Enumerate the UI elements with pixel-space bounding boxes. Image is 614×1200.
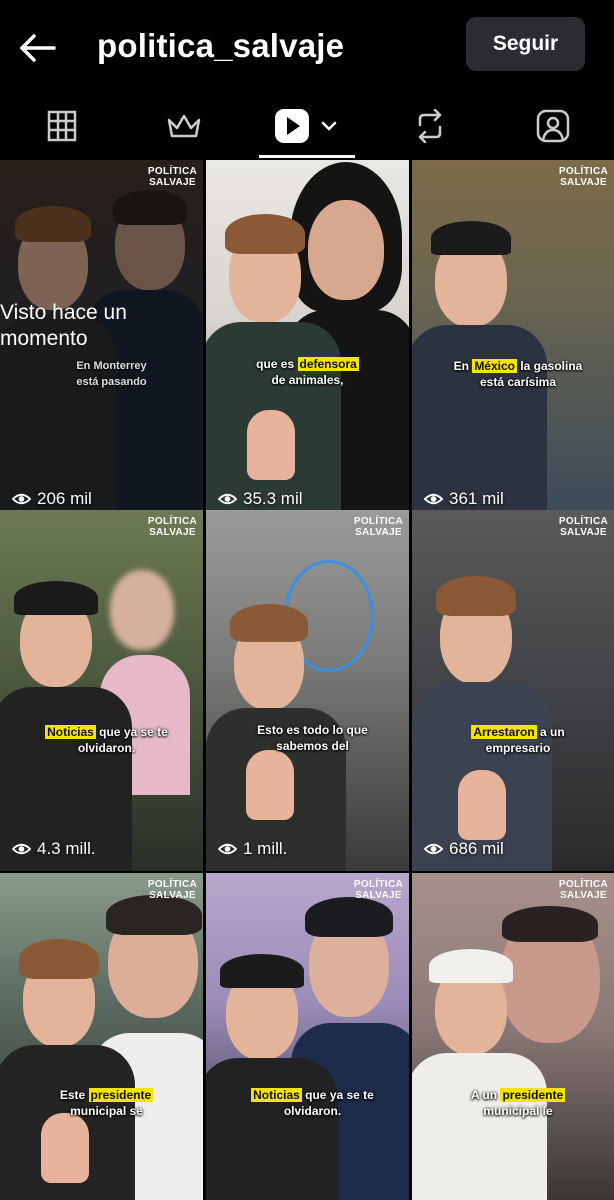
top-bar: politica_salvaje Seguir xyxy=(0,0,614,95)
chevron-down-icon[interactable] xyxy=(320,120,338,132)
view-count: 1 mill. xyxy=(218,839,287,859)
video-thumbnail[interactable]: POLÍTICA SALVAJE Noticias que ya se te o… xyxy=(206,873,409,1200)
eye-icon xyxy=(424,843,443,855)
active-tab-indicator xyxy=(259,155,355,158)
eye-icon xyxy=(12,843,31,855)
view-count-text: 206 mil xyxy=(37,489,92,508)
video-thumbnail[interactable]: POLÍTICA SALVAJE Visto hace un momento E… xyxy=(0,160,203,521)
play-icon xyxy=(275,109,309,143)
view-count-text: 361 mil xyxy=(449,489,504,508)
view-count: 206 mil xyxy=(12,489,92,509)
video-caption: A un presidente municipal le xyxy=(470,1088,566,1118)
video-grid: POLÍTICA SALVAJE Visto hace un momento E… xyxy=(0,160,614,1200)
tab-videos[interactable] xyxy=(256,95,356,157)
video-thumbnail[interactable]: POLÍTICA SALVAJE Noticias que ya se te o… xyxy=(0,510,203,871)
eye-icon xyxy=(218,493,237,505)
repost-icon xyxy=(418,109,442,143)
watched-label: Visto hace un momento xyxy=(0,301,127,350)
channel-watermark: POLÍTICA SALVAJE xyxy=(147,879,197,901)
arrow-left-icon xyxy=(20,34,56,62)
tab-grid[interactable] xyxy=(12,95,112,157)
channel-watermark: POLÍTICA SALVAJE xyxy=(353,516,403,538)
video-caption: Noticias que ya se te olvidaron. xyxy=(251,1088,374,1118)
channel-watermark: POLÍTICA SALVAJE xyxy=(558,516,608,538)
profile-username-title: politica_salvaje xyxy=(97,27,345,64)
video-thumbnail[interactable]: POLÍTICA SALVAJE Esto es todo lo que sab… xyxy=(206,510,409,871)
video-caption: que es defensora de animales, xyxy=(256,357,359,387)
video-caption: Este presidente municipal se xyxy=(59,1088,154,1118)
video-thumbnail[interactable]: POLÍTICA SALVAJE En México la gasolina e… xyxy=(412,160,614,521)
channel-watermark: POLÍTICA SALVAJE xyxy=(147,516,197,538)
channel-watermark: POLÍTICA SALVAJE xyxy=(558,166,608,188)
view-count: 686 mil xyxy=(424,839,504,859)
tab-exclusive[interactable] xyxy=(134,95,234,157)
channel-watermark: POLÍTICA SALVAJE xyxy=(353,879,403,901)
grid-icon xyxy=(47,110,77,142)
tagged-person-icon xyxy=(536,109,570,143)
video-thumbnail[interactable]: que es defensora de animales, 35.3 mil xyxy=(206,160,409,521)
channel-watermark: POLÍTICA SALVAJE xyxy=(558,879,608,901)
view-count-text: 686 mil xyxy=(449,839,504,858)
view-count-text: 4.3 mill. xyxy=(37,839,96,858)
view-count: 35.3 mil xyxy=(218,489,303,509)
eye-icon xyxy=(12,493,31,505)
eye-icon xyxy=(424,493,443,505)
video-thumbnail[interactable]: POLÍTICA SALVAJE Este presidente municip… xyxy=(0,873,203,1200)
view-count: 4.3 mill. xyxy=(12,839,96,859)
video-thumbnail[interactable]: POLÍTICA SALVAJE A un presidente municip… xyxy=(412,873,614,1200)
video-caption: Noticias que ya se te olvidaron. xyxy=(45,725,168,755)
tab-reposts[interactable] xyxy=(380,95,480,157)
video-caption: Esto es todo lo que sabemos del xyxy=(257,723,368,753)
view-count-text: 1 mill. xyxy=(243,839,288,858)
back-button[interactable] xyxy=(14,28,60,68)
channel-watermark: POLÍTICA SALVAJE xyxy=(147,166,197,188)
tab-tagged[interactable] xyxy=(503,95,603,157)
view-count-text: 35.3 mil xyxy=(243,489,303,508)
profile-tabs xyxy=(0,95,614,160)
video-thumbnail[interactable]: POLÍTICA SALVAJE Arrestaron a un empresa… xyxy=(412,510,614,871)
eye-icon xyxy=(218,843,237,855)
crown-icon xyxy=(167,114,201,138)
follow-button[interactable]: Seguir xyxy=(466,17,585,71)
video-caption: En México la gasolina está carísima xyxy=(453,359,583,389)
view-count: 361 mil xyxy=(424,489,504,509)
video-caption: Arrestaron a un empresario xyxy=(471,725,565,755)
video-caption: En Monterrey está pasando xyxy=(76,360,147,388)
